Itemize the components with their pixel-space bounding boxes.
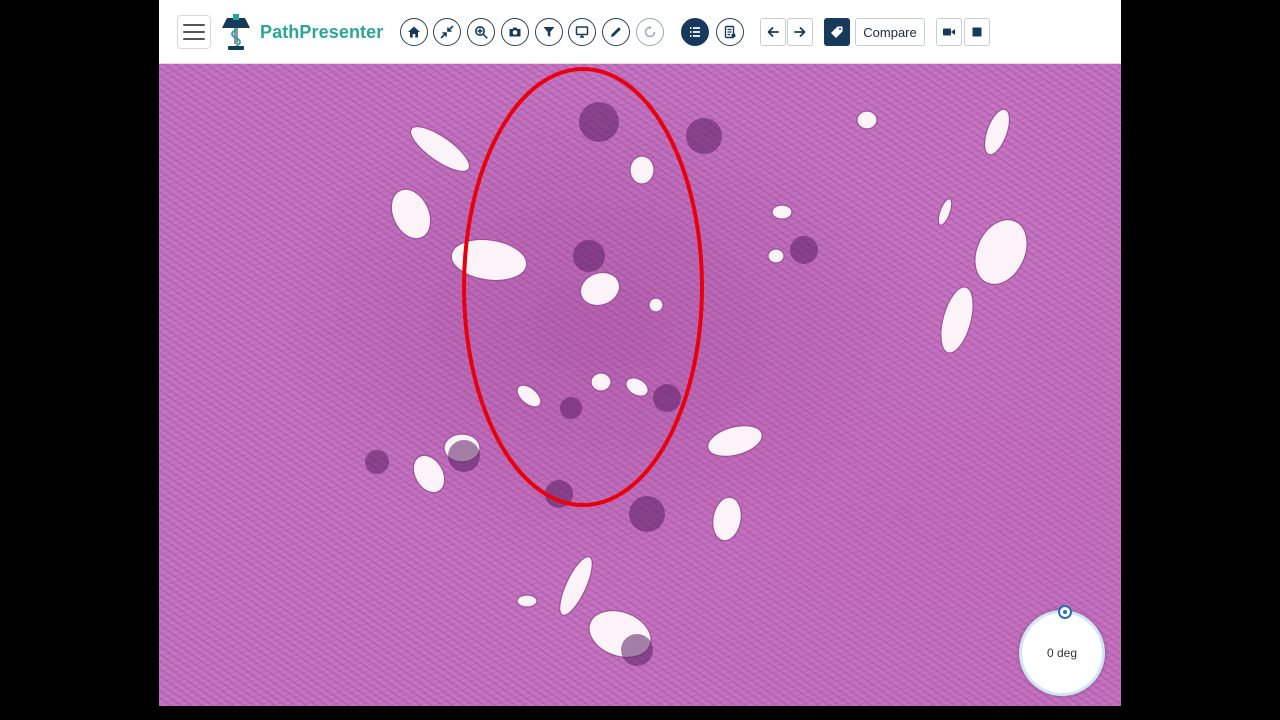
video-camera-icon bbox=[943, 28, 955, 36]
rotate-icon bbox=[644, 25, 656, 38]
next-slide-button[interactable] bbox=[787, 18, 813, 46]
fit-screen-button[interactable] bbox=[433, 18, 461, 46]
monitor-icon bbox=[575, 26, 589, 38]
rotation-readout: 0 deg bbox=[1046, 646, 1078, 660]
pathpresenter-app: PathPresenter Compare 0 deg bbox=[159, 0, 1121, 706]
rotation-dial[interactable]: 0 deg bbox=[1019, 605, 1105, 696]
annotation-list-button[interactable] bbox=[681, 18, 709, 46]
list-icon bbox=[690, 27, 700, 37]
collapse-arrows-icon bbox=[440, 25, 454, 39]
record-button[interactable] bbox=[936, 18, 962, 46]
report-button[interactable] bbox=[716, 18, 744, 46]
present-button[interactable] bbox=[568, 18, 596, 46]
tag-button[interactable] bbox=[824, 18, 850, 46]
home-icon bbox=[408, 26, 420, 38]
brand-name: PathPresenter bbox=[260, 22, 384, 42]
annotate-button[interactable] bbox=[602, 18, 630, 46]
filter-icon bbox=[543, 27, 555, 37]
stop-button[interactable] bbox=[964, 18, 990, 46]
compare-button[interactable]: Compare bbox=[855, 18, 925, 46]
report-icon bbox=[724, 25, 736, 39]
microscope-logo-icon bbox=[222, 14, 250, 50]
rotate-button[interactable] bbox=[636, 18, 664, 46]
hamburger-icon bbox=[183, 24, 205, 26]
screenshot-button[interactable] bbox=[501, 18, 529, 46]
pen-icon bbox=[611, 27, 621, 37]
camera-icon bbox=[509, 27, 521, 37]
hamburger-menu-button[interactable] bbox=[177, 15, 211, 49]
zoom-icon bbox=[475, 26, 488, 39]
arrow-left-icon bbox=[767, 27, 779, 37]
filter-button[interactable] bbox=[535, 18, 563, 46]
stop-icon bbox=[972, 27, 982, 37]
toolbar: PathPresenter Compare bbox=[159, 0, 1121, 64]
tissue-slide-image bbox=[365, 67, 1028, 666]
zoom-button[interactable] bbox=[467, 18, 495, 46]
arrow-right-icon bbox=[794, 27, 806, 37]
previous-slide-button[interactable] bbox=[760, 18, 786, 46]
tag-icon bbox=[831, 26, 843, 38]
slide-viewer[interactable]: 0 deg bbox=[159, 64, 1121, 706]
home-button[interactable] bbox=[400, 18, 428, 46]
